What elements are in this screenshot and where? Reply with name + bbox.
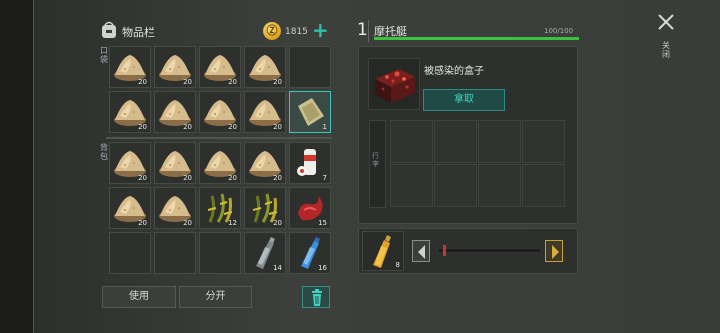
pocket-slot[interactable]: 20 — [199, 91, 241, 133]
trash-icon — [312, 289, 322, 306]
storage-slot[interactable] — [478, 164, 521, 207]
storage-slot[interactable] — [390, 164, 433, 207]
durability-fill — [374, 37, 579, 40]
use-button[interactable]: 使用 — [102, 286, 176, 308]
item-count: 20 — [183, 174, 192, 182]
inventory-title: 物品栏 — [122, 26, 155, 39]
pocket-slot[interactable]: 20 — [154, 46, 196, 88]
item-count: 20 — [138, 123, 147, 131]
durability-bar — [374, 37, 579, 40]
item-count: 20 — [138, 174, 147, 182]
item-count: 14 — [273, 264, 282, 272]
item-count: 20 — [183, 78, 192, 86]
backpack-slot[interactable]: 12 — [199, 187, 241, 229]
infected-box-icon — [375, 69, 415, 103]
pocket-slot[interactable]: 20 — [109, 46, 151, 88]
coin-icon: Ⓩ — [263, 22, 281, 40]
pockets-label: 口袋 — [100, 46, 108, 64]
backpack-slot[interactable]: 20 — [244, 187, 286, 229]
header-divider — [368, 20, 369, 42]
item-count: 20 — [183, 219, 192, 227]
backpack-slot[interactable] — [154, 232, 196, 274]
pocket-slot[interactable] — [289, 46, 331, 88]
section-divider — [106, 137, 332, 139]
storage-slot[interactable] — [522, 164, 565, 207]
pocket-slot[interactable]: 20 — [244, 91, 286, 133]
item-count: 7 — [322, 174, 327, 182]
pocket-slot[interactable]: 20 — [244, 46, 286, 88]
item-count: 20 — [228, 174, 237, 182]
vehicle-durability-text: 100/100 — [544, 27, 574, 35]
backpack-icon — [102, 21, 116, 38]
backpack-grid: 20 20 20 20 7 20 20 12 20 15 14 16 — [109, 142, 331, 274]
pocket-slot[interactable]: 20 — [154, 91, 196, 133]
item-count: 20 — [228, 123, 237, 131]
backpack-slot[interactable]: 15 — [289, 187, 331, 229]
vehicle-storage-grid — [390, 120, 565, 207]
backpack-slot[interactable] — [199, 232, 241, 274]
inventory-screen: 物品栏 Ⓩ 1815 + 口袋 20 20 20 20 20 20 20 20 1 背包 20 2… — [0, 0, 720, 333]
storage-label: 行李 — [372, 152, 379, 168]
item-count: 15 — [318, 219, 327, 227]
fuel-decrease-button[interactable] — [412, 240, 430, 262]
discard-button[interactable] — [302, 286, 330, 308]
backpack-slot[interactable]: 20 — [154, 142, 196, 184]
backpack-slot[interactable]: 20 — [154, 187, 196, 229]
item-count: 20 — [273, 219, 282, 227]
storage-slot[interactable] — [434, 164, 477, 207]
split-button[interactable]: 分开 — [179, 286, 252, 308]
vehicle-number: 1 — [357, 20, 368, 40]
storage-slot[interactable] — [434, 120, 477, 163]
coin-balance: 1815 — [285, 27, 308, 37]
item-count: 20 — [138, 78, 147, 86]
backpack-slot[interactable]: 20 — [199, 142, 241, 184]
storage-slot[interactable] — [390, 120, 433, 163]
item-count: 20 — [273, 78, 282, 86]
container-name: 被感染的盒子 — [424, 66, 484, 77]
item-count: 1 — [322, 123, 327, 131]
backpack-slot[interactable]: 7 — [289, 142, 331, 184]
storage-slot[interactable] — [478, 120, 521, 163]
storage-slot[interactable] — [522, 120, 565, 163]
close-icon[interactable] — [656, 12, 676, 32]
pocket-slot[interactable]: 1 — [289, 91, 331, 133]
arrow-left-icon — [418, 245, 425, 259]
item-count: 20 — [273, 123, 282, 131]
item-count: 20 — [228, 78, 237, 86]
item-count: 20 — [183, 123, 192, 131]
backpack-slot[interactable]: 20 — [109, 187, 151, 229]
close-label: 关闭 — [662, 41, 670, 59]
fuel-slider-handle[interactable] — [443, 245, 446, 256]
fuel-count: 8 — [395, 261, 400, 269]
left-edge — [0, 0, 34, 333]
fuel-slider-track[interactable] — [437, 248, 541, 253]
take-button[interactable]: 拿取 — [423, 89, 505, 111]
pocket-slot[interactable]: 20 — [109, 91, 151, 133]
item-count: 20 — [138, 219, 147, 227]
backpack-slot[interactable] — [109, 232, 151, 274]
pocket-slot[interactable]: 20 — [199, 46, 241, 88]
item-count: 20 — [273, 174, 282, 182]
fuel-increase-button[interactable] — [545, 240, 563, 262]
fuel-slot[interactable]: 8 — [362, 231, 404, 271]
infected-box-slot[interactable] — [368, 58, 420, 110]
arrow-right-icon — [552, 245, 559, 259]
backpack-slot[interactable]: 20 — [109, 142, 151, 184]
backpack-slot[interactable]: 14 — [244, 232, 286, 274]
item-count: 12 — [228, 219, 237, 227]
pockets-grid: 20 20 20 20 20 20 20 20 1 — [109, 46, 331, 133]
backpack-slot[interactable]: 20 — [244, 142, 286, 184]
backpack-slot[interactable]: 16 — [289, 232, 331, 274]
add-coins-button[interactable]: + — [312, 20, 329, 40]
item-count: 16 — [318, 264, 327, 272]
backpack-label: 背包 — [100, 143, 108, 161]
